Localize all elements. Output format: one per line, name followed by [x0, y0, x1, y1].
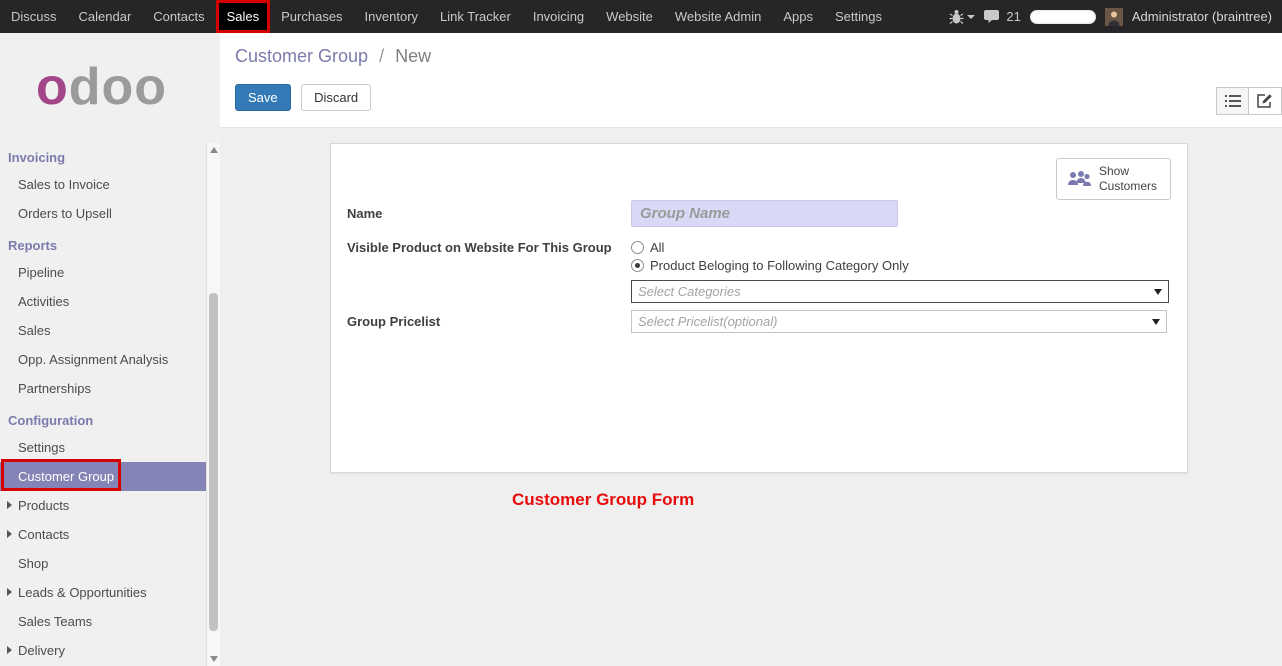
control-panel: Customer Group / New Save Discard [220, 33, 1282, 128]
debug-icon[interactable] [949, 9, 975, 25]
navbar-right: 21 Administrator (braintree) [949, 0, 1282, 33]
nav-purchases[interactable]: Purchases [270, 0, 353, 33]
sidebar-item-sales-teams[interactable]: Sales Teams [0, 607, 206, 636]
radio-icon[interactable] [631, 241, 644, 254]
section-invoicing: Invoicing [0, 140, 206, 170]
progress-widget[interactable] [1030, 10, 1096, 24]
list-view-button[interactable] [1216, 87, 1249, 115]
pricelist-select[interactable]: Select Pricelist(optional) [631, 310, 1167, 333]
section-configuration: Configuration [0, 403, 206, 433]
sidebar-item-sales[interactable]: Sales [0, 316, 206, 345]
messages-button[interactable]: 21 [984, 9, 1020, 24]
breadcrumb-separator: / [379, 46, 384, 66]
nav-calendar[interactable]: Calendar [68, 0, 143, 33]
view-switcher [1216, 87, 1282, 115]
nav-contacts[interactable]: Contacts [142, 0, 215, 33]
radio-all-label: All [650, 240, 664, 255]
caret-down-icon [967, 15, 975, 19]
save-button[interactable]: Save [235, 84, 291, 111]
sidebar-menu: Invoicing Sales to Invoice Orders to Ups… [0, 140, 206, 665]
nav-apps[interactable]: Apps [772, 0, 824, 33]
nav-discuss[interactable]: Discuss [0, 0, 68, 33]
dropdown-caret-icon [1152, 319, 1160, 325]
nav-website[interactable]: Website [595, 0, 664, 33]
name-label: Name [347, 206, 631, 221]
sidebar-item-sales-to-invoice[interactable]: Sales to Invoice [0, 170, 206, 199]
expand-arrow-icon [7, 588, 12, 596]
form-card: Show Customers Name Visible Product on W… [330, 143, 1188, 473]
expand-arrow-icon [7, 501, 12, 509]
dropdown-caret-icon [1154, 289, 1162, 295]
sidebar-item-settings[interactable]: Settings [0, 433, 206, 462]
sidebar-item-products[interactable]: Products [0, 491, 206, 520]
nav-settings[interactable]: Settings [824, 0, 893, 33]
chat-bubble-icon [984, 9, 1002, 24]
radio-category-label: Product Beloging to Following Category O… [650, 258, 909, 273]
visible-product-label: Visible Product on Website For This Grou… [347, 240, 631, 255]
breadcrumb-current: New [395, 46, 431, 66]
sidebar-item-opp-assignment-analysis[interactable]: Opp. Assignment Analysis [0, 345, 206, 374]
nav-website-admin[interactable]: Website Admin [664, 0, 772, 33]
messages-count: 21 [1006, 9, 1020, 24]
people-group-icon [1066, 169, 1092, 189]
categories-select[interactable]: Select Categories [631, 280, 1169, 303]
user-avatar[interactable] [1105, 8, 1123, 26]
list-view-icon [1225, 94, 1241, 108]
form-sheet-area: Show Customers Name Visible Product on W… [220, 128, 1282, 666]
form-buttons: Save Discard [235, 84, 1282, 111]
group-pricelist-label: Group Pricelist [347, 314, 631, 329]
expand-arrow-icon [7, 646, 12, 654]
sidebar-item-shop[interactable]: Shop [0, 549, 206, 578]
nav-invoicing[interactable]: Invoicing [522, 0, 595, 33]
show-customers-label: Show Customers [1099, 164, 1161, 194]
sidebar-item-orders-to-upsell[interactable]: Orders to Upsell [0, 199, 206, 228]
nav-inventory[interactable]: Inventory [354, 0, 429, 33]
nav-sales[interactable]: Sales [216, 0, 271, 33]
sidebar-item-contacts[interactable]: Contacts [0, 520, 206, 549]
sidebar-item-leads-opportunities[interactable]: Leads & Opportunities [0, 578, 206, 607]
expand-arrow-icon [7, 530, 12, 538]
section-reports: Reports [0, 228, 206, 258]
main-menu: Discuss Calendar Contacts Sales Purchase… [0, 0, 893, 33]
categories-placeholder: Select Categories [638, 284, 741, 299]
user-menu[interactable]: Administrator (braintree) [1132, 9, 1272, 24]
top-navbar: Discuss Calendar Contacts Sales Purchase… [0, 0, 1282, 33]
visibility-radio-group: All Product Beloging to Following Catego… [631, 240, 909, 273]
sidebar: odoo Invoicing Sales to Invoice Orders t… [0, 33, 220, 666]
radio-category-only[interactable]: Product Beloging to Following Category O… [631, 258, 909, 273]
scroll-up-icon[interactable] [210, 147, 218, 153]
scroll-down-icon[interactable] [210, 656, 218, 662]
annotation-caption: Customer Group Form [512, 490, 694, 510]
sidebar-item-partnerships[interactable]: Partnerships [0, 374, 206, 403]
sidebar-item-activities[interactable]: Activities [0, 287, 206, 316]
radio-all[interactable]: All [631, 240, 909, 255]
breadcrumb-customer-group[interactable]: Customer Group [235, 46, 368, 66]
main-panel: Customer Group / New Save Discard [220, 33, 1282, 666]
odoo-logo[interactable]: odoo [0, 33, 220, 140]
sidebar-item-delivery[interactable]: Delivery [0, 636, 206, 665]
group-name-input[interactable] [631, 200, 898, 227]
discard-button[interactable]: Discard [301, 84, 371, 111]
sidebar-item-customer-group[interactable]: Customer Group [0, 462, 206, 491]
sidebar-item-pipeline[interactable]: Pipeline [0, 258, 206, 287]
breadcrumb: Customer Group / New [235, 46, 1282, 67]
radio-checked-icon[interactable] [631, 259, 644, 272]
form-view-button[interactable] [1249, 87, 1282, 115]
scrollbar-thumb[interactable] [209, 293, 218, 631]
form-view-icon [1257, 93, 1273, 109]
show-customers-button[interactable]: Show Customers [1056, 158, 1171, 200]
pricelist-placeholder: Select Pricelist(optional) [638, 314, 777, 329]
nav-link-tracker[interactable]: Link Tracker [429, 0, 522, 33]
sidebar-scrollbar[interactable] [206, 143, 220, 666]
